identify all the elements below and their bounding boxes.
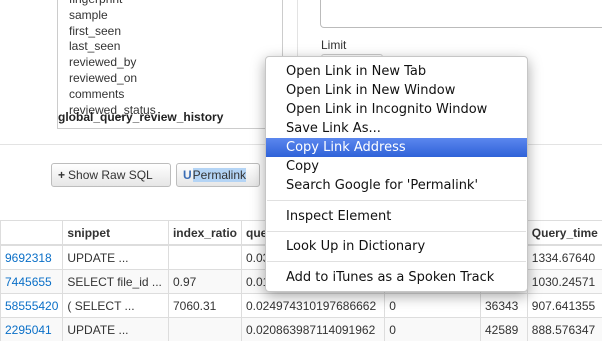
field-list: fingerprint sample first_seen last_seen … bbox=[69, 0, 156, 118]
table-row: 58555420 ( SELECT ... 7060.31 0.02497431… bbox=[1, 294, 602, 318]
column-header[interactable]: index_ratio bbox=[168, 221, 241, 246]
table-cell: 888.576347 bbox=[527, 318, 602, 341]
menu-item-open-incognito[interactable]: Open Link in Incognito Window bbox=[266, 100, 527, 119]
checksum-link[interactable]: 9692318 bbox=[1, 245, 63, 270]
menu-item-look-up-dictionary[interactable]: Look Up in Dictionary bbox=[266, 237, 527, 256]
field-item[interactable]: last_seen bbox=[69, 39, 156, 55]
table-cell: 907.641355 bbox=[527, 294, 602, 318]
menu-item-copy[interactable]: Copy bbox=[266, 157, 527, 176]
column-header[interactable] bbox=[1, 221, 63, 246]
menu-item-save-link-as[interactable]: Save Link As... bbox=[266, 119, 527, 138]
table-cell: 0.97 bbox=[168, 270, 241, 294]
table-cell: 0 bbox=[385, 294, 481, 318]
table-cell: UPDATE ... bbox=[63, 318, 169, 341]
field-item[interactable]: reviewed_on bbox=[69, 71, 156, 87]
table-cell: 0.024974310197686662 bbox=[242, 294, 385, 318]
table-cell: 42589 bbox=[480, 318, 527, 341]
table-cell: ( SELECT ... bbox=[63, 294, 169, 318]
table-cell bbox=[168, 245, 241, 270]
checksum-link[interactable]: 7445655 bbox=[1, 270, 63, 294]
permalink-label: Permalink bbox=[193, 168, 246, 182]
table-name: global_query_review_history bbox=[58, 110, 223, 124]
table-cell: 36343 bbox=[480, 294, 527, 318]
column-header[interactable]: Query_time bbox=[527, 221, 602, 246]
query-textarea[interactable] bbox=[320, 0, 602, 28]
checksum-link[interactable]: 58555420 bbox=[1, 294, 63, 318]
field-list-panel: fingerprint sample first_seen last_seen … bbox=[57, 0, 283, 129]
table-cell: UPDATE ... bbox=[63, 245, 169, 270]
table-cell: 1030.24571 bbox=[527, 270, 602, 294]
table-cell: 1334.67640 bbox=[527, 245, 602, 270]
limit-label: Limit bbox=[321, 38, 346, 52]
field-item[interactable]: sample bbox=[69, 8, 156, 24]
show-raw-sql-button[interactable]: +Show Raw SQL bbox=[51, 163, 171, 187]
link-icon: U bbox=[183, 164, 192, 186]
table-cell: 7060.31 bbox=[168, 294, 241, 318]
plus-icon: + bbox=[58, 164, 65, 186]
table-cell: SELECT file_id ... bbox=[63, 270, 169, 294]
menu-item-inspect-element[interactable]: Inspect Element bbox=[266, 207, 527, 226]
field-item[interactable]: reviewed_by bbox=[69, 55, 156, 71]
menu-separator bbox=[267, 231, 526, 232]
table-cell: 0 bbox=[385, 318, 481, 341]
permalink-button[interactable]: UPermalink bbox=[176, 163, 260, 187]
table-cell: 0.020863987114091962 bbox=[242, 318, 385, 341]
menu-separator bbox=[267, 200, 526, 201]
menu-separator bbox=[267, 261, 526, 262]
menu-item-open-new-tab[interactable]: Open Link in New Tab bbox=[266, 62, 527, 81]
context-menu: Open Link in New Tab Open Link in New Wi… bbox=[265, 56, 528, 292]
field-item[interactable]: first_seen bbox=[69, 24, 156, 40]
show-raw-sql-label: Show Raw SQL bbox=[68, 168, 153, 182]
column-header[interactable]: snippet bbox=[63, 221, 169, 246]
field-item[interactable]: fingerprint bbox=[69, 0, 156, 8]
menu-item-add-to-itunes[interactable]: Add to iTunes as a Spoken Track bbox=[266, 268, 527, 287]
menu-item-search-google[interactable]: Search Google for 'Permalink' bbox=[266, 176, 527, 195]
menu-item-copy-link-address[interactable]: Copy Link Address bbox=[266, 138, 527, 157]
checksum-link[interactable]: 2295041 bbox=[1, 318, 63, 341]
field-item[interactable]: comments bbox=[69, 87, 156, 103]
table-cell bbox=[168, 318, 241, 341]
table-row: 2295041 UPDATE ... 0.020863987114091962 … bbox=[1, 318, 602, 341]
menu-item-open-new-window[interactable]: Open Link in New Window bbox=[266, 81, 527, 100]
